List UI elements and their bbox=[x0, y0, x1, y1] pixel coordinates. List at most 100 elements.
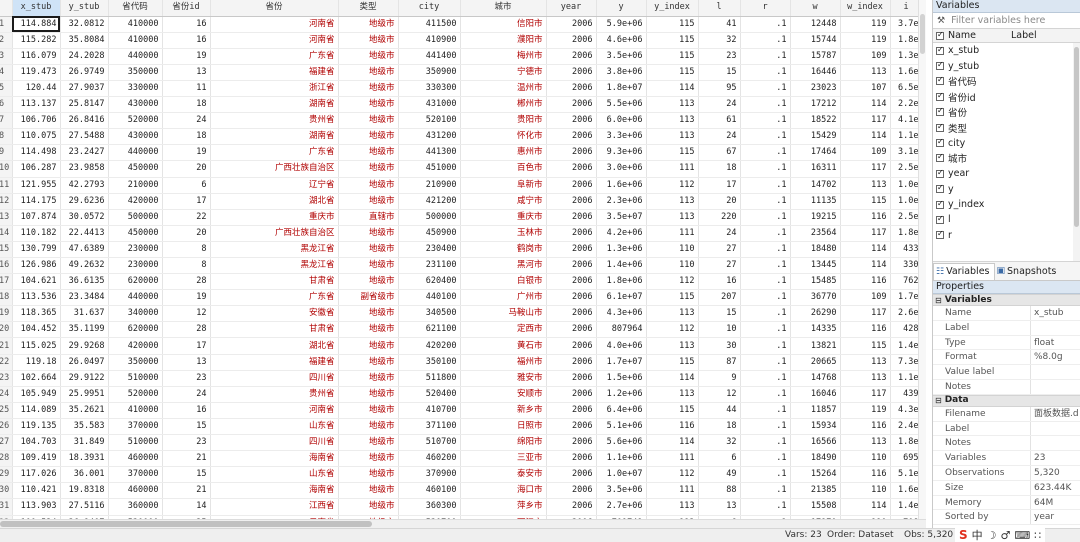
table-cell[interactable]: 2006 bbox=[546, 112, 597, 130]
table-cell[interactable]: 113.536 bbox=[12, 289, 61, 307]
table-cell[interactable]: 2006 bbox=[546, 466, 597, 484]
table-row[interactable]: 10 106.287 23.9858 450000 20 广西壮族自治区 地级市 451000… bbox=[0, 160, 923, 178]
table-cell[interactable]: 450900 bbox=[398, 225, 461, 242]
property-row[interactable]: Value label bbox=[933, 365, 1080, 380]
table-cell[interactable]: .1 bbox=[740, 418, 791, 436]
table-cell[interactable]: 贵州省 bbox=[210, 386, 339, 403]
property-value[interactable]: 23 bbox=[1031, 451, 1080, 465]
table-cell[interactable]: 13 bbox=[698, 498, 741, 516]
variable-item[interactable]: 省份id bbox=[933, 89, 1080, 104]
table-cell[interactable]: 黑龙江省 bbox=[210, 257, 339, 275]
table-cell[interactable]: 115 bbox=[646, 16, 699, 33]
table-cell[interactable]: 4.6e+06 bbox=[596, 32, 647, 49]
table-cell[interactable]: 360000 bbox=[108, 498, 163, 516]
table-cell[interactable]: 3.8e+06 bbox=[596, 64, 647, 81]
tab-snapshots[interactable]: ▣ Snapshots bbox=[995, 263, 1061, 280]
table-cell[interactable]: 36.001 bbox=[60, 466, 109, 484]
table-cell[interactable]: 110 bbox=[840, 482, 891, 500]
table-cell[interactable]: 114.089 bbox=[12, 402, 61, 419]
table-cell[interactable]: 地级市 bbox=[338, 418, 399, 436]
tab-variables[interactable]: ☷ Variables bbox=[933, 262, 995, 280]
table-cell[interactable]: 23.2427 bbox=[60, 144, 109, 162]
table-cell[interactable]: 日照市 bbox=[460, 418, 547, 436]
table-cell[interactable]: 17464 bbox=[790, 144, 841, 162]
variable-checkbox[interactable] bbox=[936, 75, 944, 86]
table-cell[interactable]: 浙江省 bbox=[210, 80, 339, 98]
table-cell[interactable]: 36.6135 bbox=[60, 273, 109, 291]
table-cell[interactable]: 安顺市 bbox=[460, 386, 547, 403]
table-cell[interactable]: 8 bbox=[162, 241, 211, 259]
table-cell[interactable]: 110.182 bbox=[12, 225, 61, 242]
table-cell[interactable]: 24 bbox=[162, 386, 211, 403]
table-cell[interactable]: 115 bbox=[646, 354, 699, 371]
table-cell[interactable]: .1 bbox=[740, 321, 791, 339]
table-row[interactable]: 25 114.089 35.2621 410000 16 河南省 地级市 410700 新乡市 2… bbox=[0, 402, 923, 419]
table-row[interactable]: 18 113.536 23.3484 440000 19 广东省 副省级市 440100 广州市… bbox=[0, 289, 923, 307]
row-number[interactable]: 5 bbox=[0, 80, 13, 98]
table-cell[interactable]: 520100 bbox=[398, 112, 461, 130]
table-cell[interactable]: 绵阳市 bbox=[460, 434, 547, 452]
table-cell[interactable]: 地级市 bbox=[338, 466, 399, 484]
table-cell[interactable]: 21 bbox=[162, 482, 211, 500]
table-cell[interactable]: 207 bbox=[698, 289, 741, 307]
table-cell[interactable]: 27 bbox=[698, 241, 741, 259]
table-cell[interactable]: 26.0497 bbox=[60, 354, 109, 371]
table-cell[interactable]: .1 bbox=[740, 112, 791, 130]
table-row[interactable]: 7106.70626.841652000024贵州省地级市520100贵阳市20… bbox=[0, 112, 923, 130]
table-cell[interactable]: 2006 bbox=[546, 193, 597, 210]
row-number[interactable]: 10 bbox=[0, 160, 13, 178]
table-row[interactable]: 9114.49823.242744000019广东省地级市441300惠州市20… bbox=[0, 144, 923, 162]
column-header[interactable]: city bbox=[398, 0, 461, 17]
table-cell[interactable]: 2.7e+06 bbox=[596, 498, 647, 516]
table-cell[interactable]: 113 bbox=[840, 434, 891, 452]
table-cell[interactable]: 2006 bbox=[546, 64, 597, 81]
table-cell[interactable]: 四川省 bbox=[210, 370, 339, 387]
table-cell[interactable]: 340500 bbox=[398, 305, 461, 323]
row-number-header[interactable] bbox=[0, 0, 13, 17]
table-cell[interactable]: 地级市 bbox=[338, 354, 399, 371]
table-cell[interactable]: 广西壮族自治区 bbox=[210, 225, 339, 242]
table-cell[interactable]: 36770 bbox=[790, 289, 841, 307]
table-cell[interactable]: .1 bbox=[740, 177, 791, 194]
table-cell[interactable]: 9 bbox=[698, 370, 741, 387]
table-cell[interactable]: 117.026 bbox=[12, 466, 61, 484]
table-cell[interactable]: 怀化市 bbox=[460, 128, 547, 146]
table-cell[interactable]: 15508 bbox=[790, 498, 841, 516]
table-cell[interactable]: 23023 bbox=[790, 80, 841, 98]
table-cell[interactable]: 14335 bbox=[790, 321, 841, 339]
table-cell[interactable]: 15 bbox=[162, 418, 211, 436]
property-value[interactable]: x_stub bbox=[1031, 306, 1080, 320]
table-cell[interactable]: 2006 bbox=[546, 225, 597, 242]
table-cell[interactable]: 2006 bbox=[546, 32, 597, 49]
table-row[interactable]: 15 130.799 47.6389 230000 8 黑龙江省 地级市 230400 鹤岗市 2… bbox=[0, 241, 923, 259]
table-row[interactable]: 24 105.949 25.9951 520000 24 贵州省 地级市 520400 安顺市 2… bbox=[0, 386, 923, 403]
table-cell[interactable]: 惠州市 bbox=[460, 144, 547, 162]
row-number[interactable]: 4 bbox=[0, 64, 13, 81]
property-value[interactable]: 面板数据.d bbox=[1031, 407, 1080, 421]
variable-checkbox[interactable] bbox=[936, 229, 944, 240]
column-header[interactable]: x_stub bbox=[12, 0, 61, 17]
table-cell[interactable]: 520000 bbox=[108, 386, 163, 403]
table-cell[interactable]: 25.9951 bbox=[60, 386, 109, 403]
table-cell[interactable]: 4.0e+06 bbox=[596, 337, 647, 355]
table-row[interactable]: 19 118.365 31.637 340000 12 安徽省 地级市 340500 马鞍山市 2… bbox=[0, 305, 923, 323]
table-cell[interactable]: 27.9037 bbox=[60, 80, 109, 98]
table-cell[interactable]: 112 bbox=[646, 177, 699, 194]
table-cell[interactable]: 湖北省 bbox=[210, 193, 339, 210]
table-cell[interactable]: 广东省 bbox=[210, 48, 339, 65]
table-cell[interactable]: 梅州市 bbox=[460, 48, 547, 65]
scroll-thumb[interactable] bbox=[920, 14, 925, 54]
table-cell[interactable]: 114 bbox=[840, 128, 891, 146]
table-cell[interactable]: 江西省 bbox=[210, 498, 339, 516]
table-cell[interactable]: 地级市 bbox=[338, 273, 399, 291]
table-cell[interactable]: 113.137 bbox=[12, 96, 61, 114]
table-row[interactable]: 30 110.421 19.8318 460000 21 海南省 地级市 460100 海口市 2… bbox=[0, 482, 923, 500]
table-cell[interactable]: 地级市 bbox=[338, 32, 399, 49]
variable-checkbox[interactable] bbox=[936, 183, 944, 194]
table-cell[interactable]: 451000 bbox=[398, 160, 461, 178]
table-cell[interactable]: 450000 bbox=[108, 225, 163, 242]
table-cell[interactable]: 副省级市 bbox=[338, 289, 399, 307]
table-cell[interactable]: 114 bbox=[840, 257, 891, 275]
table-cell[interactable]: 1.8e+06 bbox=[596, 273, 647, 291]
table-cell[interactable]: 88 bbox=[698, 482, 741, 500]
